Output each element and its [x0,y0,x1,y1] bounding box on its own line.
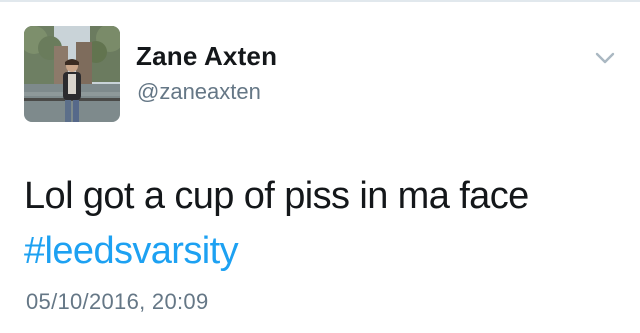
display-name[interactable]: Zane Axten [136,41,277,72]
avatar-photo [24,26,120,122]
tweet-body: Lol got a cup of piss in ma face [24,175,529,217]
avatar[interactable] [24,26,120,122]
tweet-text: Lol got a cup of piss in ma face #leedsv… [24,169,529,279]
hashtag-link[interactable]: #leedsvarsity [24,224,239,279]
chevron-down-icon[interactable] [594,50,616,66]
tweet-timestamp[interactable]: 05/10/2016, 20:09 [26,289,209,315]
tweet-card[interactable]: Zane Axten @zaneaxten Lol got a cup of p… [0,2,640,333]
user-handle[interactable]: @zaneaxten [137,79,261,105]
